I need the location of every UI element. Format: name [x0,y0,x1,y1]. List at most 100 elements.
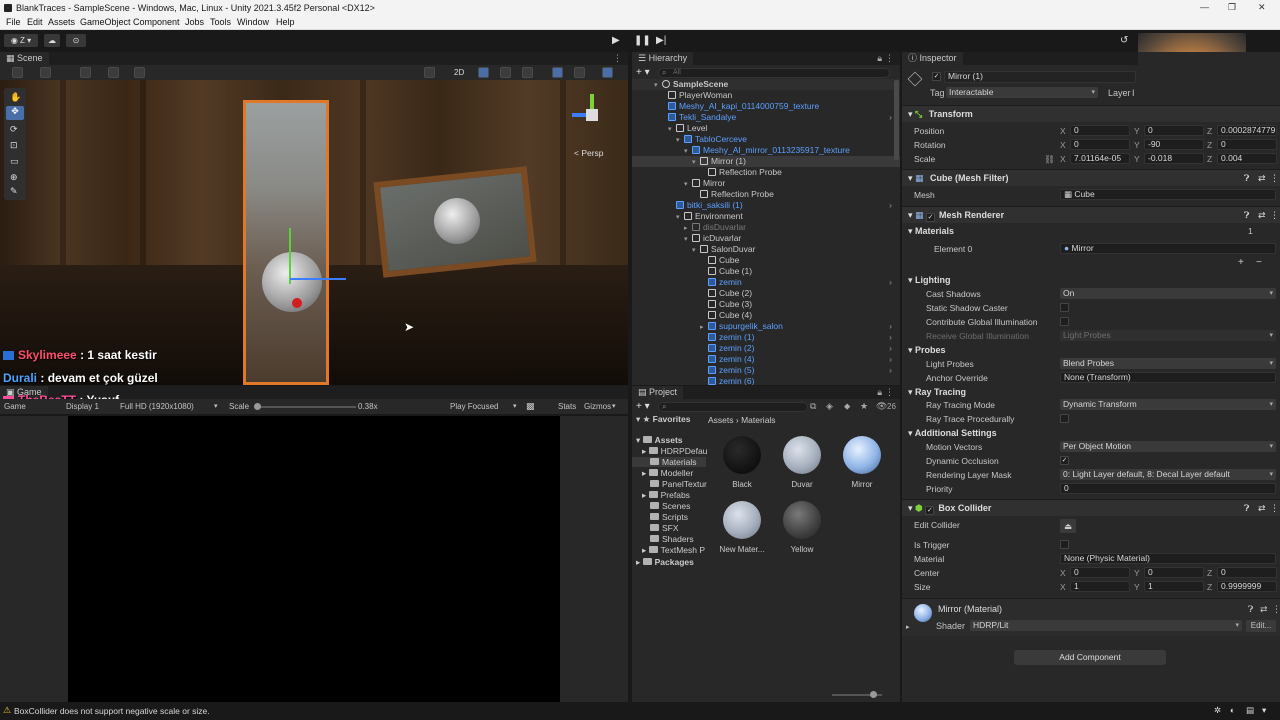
play-button[interactable]: ▶ [612,35,620,46]
scale-y-field[interactable]: -0.018 [1144,153,1204,164]
hierarchy-row[interactable]: Tekli_Sandalye › [632,112,900,123]
rotation-x-field[interactable]: 0 [1070,139,1130,150]
move-gizmo-y[interactable] [289,228,291,284]
chevron-right-icon[interactable]: › [889,354,892,365]
hierarchy-row[interactable]: ▸ supurgelik_salon › [632,321,900,332]
hierarchy-row[interactable]: zemin (1) › [632,332,900,343]
orientation-gizmo[interactable] [572,94,612,134]
shader-dropdown[interactable]: HDRP/Lit [970,620,1242,631]
more-menu-icon[interactable]: ⋮ [1270,500,1279,517]
size-z-field[interactable]: 0.9999999 [1217,581,1277,592]
audio-icon[interactable] [500,67,511,78]
hierarchy-row[interactable]: Meshy_AI_kapi_0114000759_texture [632,101,900,112]
menu-window[interactable]: Window [237,17,269,27]
lighting-foldout[interactable]: ▾ Lighting [908,273,951,287]
favorites-item[interactable]: ▾ ★ Favorites [636,414,690,425]
menu-jobs[interactable]: Jobs [185,17,204,27]
asset-tile[interactable]: Yellow [772,501,832,554]
help-icon[interactable]: ❓︎ [1244,170,1249,187]
hierarchy-row[interactable]: Cube (3) [632,299,900,310]
hierarchy-row[interactable]: ▸ disDuvarlar [632,222,900,233]
chevron-right-icon[interactable]: › [889,343,892,354]
draw-mode-icon[interactable] [12,67,23,78]
hierarchy-row[interactable]: ▾ Level [632,123,900,134]
active-checkbox[interactable]: ✓ [932,72,941,81]
position-y-field[interactable]: 0 [1144,125,1204,136]
snap-icon[interactable] [108,67,119,78]
gizmos-icon[interactable] [602,67,613,78]
priority-field[interactable]: 0 [1060,483,1276,494]
scale-z-field[interactable]: 0.004 [1217,153,1277,164]
collider-material-field[interactable]: None (Physic Material) [1060,553,1276,564]
hierarchy-row[interactable]: zemin (2) › [632,343,900,354]
material-foldout-icon[interactable]: ▸ [906,623,910,631]
create-asset-button[interactable]: + ▾ [636,401,650,412]
cloud-icon[interactable]: ☁ [44,34,60,47]
hidden-packages-icon[interactable]: 👁︎ [876,401,887,412]
position-z-field[interactable]: 0.0002874779 [1217,125,1277,136]
move-tool-icon[interactable]: ✥ [6,106,24,120]
mesh-renderer-header[interactable]: ▾ ▦ ✓ Mesh Renderer ❓︎ ⇄ ⋮ [902,206,1280,223]
add-object-button[interactable]: + ▾ [636,67,650,78]
presets-icon[interactable]: ⇄ [1258,170,1266,187]
door-mirror-object[interactable] [243,100,329,385]
asset-tile[interactable]: New Mater... [712,501,772,554]
is-trigger-checkbox[interactable] [1060,540,1069,549]
tag-icon[interactable]: ⬥ [844,401,850,412]
hierarchy-row-selected[interactable]: ▾ Mirror (1) [632,156,900,167]
transform-header[interactable]: ▾ ⤡ Transform [902,105,1280,122]
scale-slider[interactable] [256,406,356,408]
hierarchy-row[interactable]: ▾ Environment [632,211,900,222]
hierarchy-row[interactable]: Cube (2) [632,288,900,299]
search-by-label-icon[interactable]: ◈ [826,401,833,412]
custom-tool-icon[interactable]: ✎ [10,186,18,197]
hierarchy-scrollbar[interactable] [894,80,899,160]
increment-snap-icon[interactable] [134,67,145,78]
element0-field[interactable]: ● Mirror [1060,243,1276,254]
game-mode-label[interactable]: Game [4,402,26,411]
resolution-dropdown[interactable]: Full HD (1920x1080) [120,402,194,411]
hierarchy-row[interactable]: ▾ Mirror [632,178,900,189]
cache-icon[interactable]: ▤ [1246,705,1254,716]
more-menu-icon[interactable]: ⋮ [1272,604,1280,615]
hierarchy-row[interactable]: zemin › [632,277,900,288]
asset-tile[interactable]: Duvar [772,436,832,489]
step-button[interactable]: ▶| [656,35,666,46]
folder-item[interactable]: ▸ Prefabs [642,490,690,501]
folder-item[interactable]: Scenes [650,501,690,511]
reflection-probe-sphere[interactable] [434,198,480,244]
presets-icon[interactable]: ⇄ [1260,604,1268,615]
size-x-field[interactable]: 1 [1070,581,1130,592]
contribute-gi-checkbox[interactable] [1060,317,1069,326]
display-dropdown[interactable]: Display 1 [66,402,99,411]
status-message[interactable]: BoxCollider does not support negative sc… [14,706,210,716]
center-y-field[interactable]: 0 [1144,567,1204,578]
layer-value[interactable]: I [1132,88,1135,98]
scene-viewport[interactable]: ✋ ✥ ⟳ ⊡ ▭ ⊕ ✎ < Persp ➤ [0,80,628,385]
tab-inspector[interactable]: ⓘ Inspector [902,52,963,65]
object-name-field[interactable]: Mirror (1) [944,71,1136,83]
add-element-button[interactable]: + [1238,257,1244,268]
presets-icon[interactable]: ⇄ [1258,500,1266,517]
menu-tools[interactable]: Tools [210,17,231,27]
hierarchy-row[interactable]: zemin (5) › [632,365,900,376]
hierarchy-row[interactable]: ▾ icDuvarlar [632,233,900,244]
pause-button[interactable]: ❚❚ [634,35,651,46]
chevron-right-icon[interactable]: › [889,365,892,376]
history-icon[interactable]: ↺ [1120,35,1128,46]
minimize-icon[interactable]: — [1200,2,1209,12]
scale-slider-handle[interactable] [254,403,261,410]
motion-vectors-dropdown[interactable]: Per Object Motion [1060,441,1276,452]
static-shadow-caster-checkbox[interactable] [1060,303,1069,312]
more-menu-icon[interactable]: ⋮ [885,53,894,64]
lock-icon[interactable]: 🔒︎ [877,387,882,398]
thumbnail-size-handle[interactable] [870,691,877,698]
notifications-icon[interactable]: ▾ [1262,705,1266,716]
mesh-field[interactable]: ▦ Cube [1060,189,1276,200]
move-gizmo-x[interactable] [290,278,346,280]
menu-edit[interactable]: Edit [27,17,43,27]
additional-settings-foldout[interactable]: ▾ Additional Settings [908,426,997,440]
size-y-field[interactable]: 1 [1144,581,1204,592]
hierarchy-row[interactable]: PlayerWoman [632,90,900,101]
chevron-right-icon[interactable]: › [889,200,892,211]
